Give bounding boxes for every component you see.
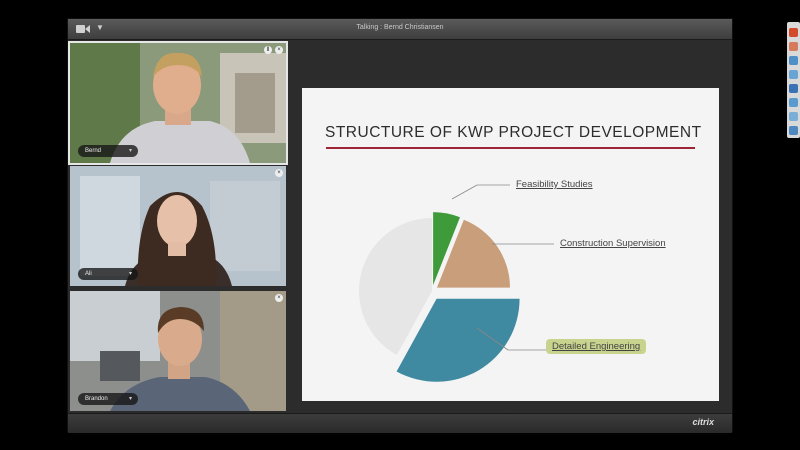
participant-name: Brandon bbox=[85, 396, 108, 402]
brand-logo: citrix bbox=[692, 417, 714, 427]
info-icon[interactable] bbox=[789, 84, 798, 93]
close-icon[interactable]: × bbox=[275, 46, 283, 54]
close-icon[interactable]: × bbox=[275, 294, 283, 302]
share-icon[interactable] bbox=[789, 112, 798, 121]
title-bar: ▼ Talking : Bernd Christiansen bbox=[68, 19, 732, 40]
chat-icon[interactable] bbox=[789, 56, 798, 65]
label-detailed-engineering: Detailed Engineering bbox=[546, 339, 647, 354]
record-icon[interactable] bbox=[789, 28, 798, 37]
window-title: Talking : Bernd Christiansen bbox=[356, 24, 444, 31]
label-construction-supervision: Construction Supervision bbox=[560, 238, 666, 249]
main-area: Ⅱ × Bernd ▾ × Ali ▾ × Brandon ▾ STRUCTUR… bbox=[68, 40, 732, 413]
bottom-bar: citrix bbox=[68, 413, 732, 433]
exit-icon[interactable] bbox=[789, 126, 798, 135]
chevron-down-icon: ▾ bbox=[128, 271, 132, 277]
screen-icon[interactable] bbox=[789, 42, 798, 51]
video-tile-brandon[interactable]: × Brandon ▾ bbox=[70, 291, 286, 411]
video-conference-window: ▼ Talking : Bernd Christiansen Ⅱ × Bernd… bbox=[67, 18, 733, 433]
chevron-down-icon: ▾ bbox=[128, 396, 132, 402]
label-feasibility-studies: Feasibility Studies bbox=[516, 179, 593, 190]
video-tile-bernd[interactable]: Ⅱ × Bernd ▾ bbox=[68, 41, 288, 165]
participant-name-tag[interactable]: Bernd ▾ bbox=[78, 145, 138, 157]
settings-icon[interactable] bbox=[789, 98, 798, 107]
close-icon[interactable]: × bbox=[275, 169, 283, 177]
shared-slide: STRUCTURE OF KWP PROJECT DEVELOPMENT Fea… bbox=[302, 88, 719, 401]
participant-name: Ali bbox=[85, 271, 92, 277]
side-toolbar bbox=[787, 22, 800, 138]
participant-name-tag[interactable]: Brandon ▾ bbox=[78, 393, 138, 405]
participant-name: Bernd bbox=[85, 148, 102, 154]
people-icon[interactable] bbox=[789, 70, 798, 79]
chevron-down-icon: ▾ bbox=[128, 148, 132, 154]
participant-name-tag[interactable]: Ali ▾ bbox=[78, 268, 138, 280]
video-tile-ali[interactable]: × Ali ▾ bbox=[70, 166, 286, 286]
pause-icon[interactable]: Ⅱ bbox=[264, 46, 272, 54]
